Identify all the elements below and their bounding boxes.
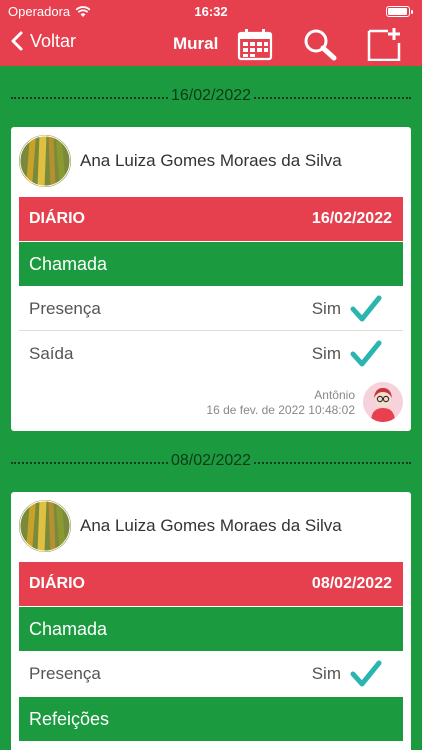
back-label: Voltar (30, 30, 77, 51)
section-header: Refeições (19, 697, 403, 741)
student-name: Ana Luiza Gomes Moraes da Silva (80, 516, 342, 535)
post-meta: Antônio 16 de fev. de 2022 10:48:02 (206, 388, 355, 418)
item-label: Presença (29, 664, 101, 683)
section-header: Chamada (19, 607, 403, 651)
battery-icon (386, 6, 413, 17)
item-value: Sim (311, 664, 341, 683)
status-time: 16:32 (194, 4, 228, 19)
section-title: Chamada (29, 618, 108, 639)
student-avatar[interactable] (19, 500, 71, 552)
item-label: Saída (29, 344, 74, 363)
post-timestamp: 16 de fev. de 2022 10:48:02 (206, 403, 355, 417)
diary-label: DIÁRIO (29, 575, 85, 592)
author-name: Antônio (314, 388, 355, 402)
item-value: Sim (311, 298, 341, 318)
new-post-icon[interactable] (366, 27, 402, 61)
item-value: Sim (311, 344, 341, 363)
date-divider: 16/02/2022 (11, 87, 411, 107)
date-divider: 08/02/2022 (11, 452, 411, 472)
card-header: Ana Luiza Gomes Moraes da Silva (11, 127, 411, 197)
list-item: Presença Sim (19, 652, 403, 696)
student-name: Ana Luiza Gomes Moraes da Silva (80, 151, 342, 170)
check-icon (350, 340, 382, 367)
divider-date: 08/02/2022 (167, 452, 255, 470)
diary-date: 08/02/2022 (311, 575, 392, 592)
back-button[interactable]: Voltar (10, 30, 76, 52)
section-title: Chamada (29, 253, 108, 274)
card-header: Ana Luiza Gomes Moraes da Silva (11, 492, 411, 562)
diary-label: DIÁRIO (29, 210, 85, 227)
diary-header: DIÁRIO 16/02/2022 (19, 197, 403, 241)
divider-date: 16/02/2022 (167, 87, 255, 105)
calendar-icon[interactable] (237, 27, 273, 61)
list-item: Saída Sim (19, 332, 403, 376)
search-icon[interactable] (302, 27, 338, 61)
nav-bar: Voltar Mural (0, 22, 422, 66)
list-item: Presença Sim (19, 287, 403, 331)
status-bar: Operadora 16:32 (0, 0, 422, 22)
check-icon (350, 660, 382, 687)
post-card[interactable]: Ana Luiza Gomes Moraes da Silva DIÁRIO 1… (11, 127, 411, 431)
section-title: Refeições (29, 708, 110, 729)
chevron-left-icon (11, 31, 23, 51)
item-label: Presença (29, 298, 101, 318)
page-title: Mural (173, 34, 219, 53)
section-header: Chamada (19, 242, 403, 286)
diary-header: DIÁRIO 08/02/2022 (19, 562, 403, 606)
diary-date: 16/02/2022 (311, 210, 392, 227)
author-avatar[interactable] (363, 382, 403, 422)
check-icon (350, 295, 382, 321)
post-card[interactable]: Ana Luiza Gomes Moraes da Silva DIÁRIO 0… (11, 492, 411, 750)
student-avatar[interactable] (19, 135, 71, 187)
